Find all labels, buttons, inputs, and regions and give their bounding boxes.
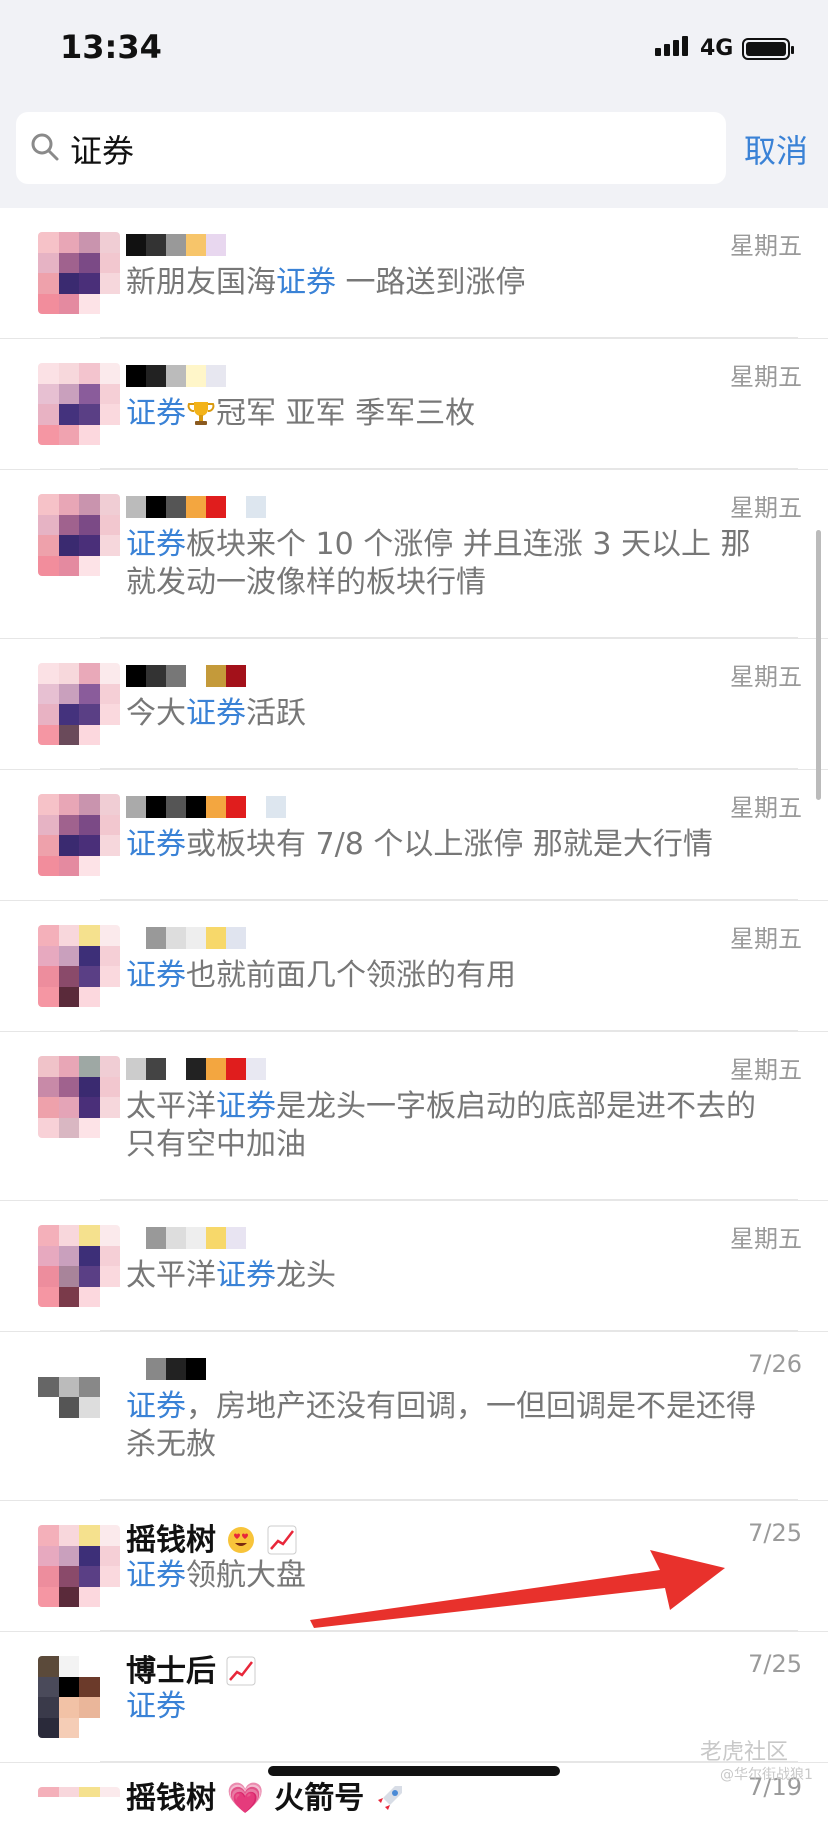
contact-name-redacted	[126, 665, 246, 687]
search-input[interactable]: 证券	[16, 112, 726, 184]
avatar	[38, 1656, 120, 1738]
message-snippet: 证券或板块有 7/8 个以上涨停 那就是大行情	[126, 827, 713, 862]
avatar	[38, 1787, 120, 1827]
contact-name-redacted	[126, 365, 226, 387]
network-label: 4G	[700, 36, 734, 61]
message-date: 7/25	[748, 1519, 802, 1547]
contact-name-redacted	[126, 927, 246, 949]
contact-name-redacted	[126, 496, 266, 518]
message-date: 7/25	[748, 1650, 802, 1678]
contact-name-redacted	[126, 1227, 246, 1249]
red-arrow-icon	[310, 1550, 725, 1628]
list-item[interactable]: 星期五 今大证券活跃	[0, 639, 828, 770]
list-item[interactable]: 星期五 太平洋证券是龙头一字板启动的底部是进不去的 只有空中加油	[0, 1032, 828, 1201]
search-icon	[31, 133, 59, 161]
watermark-user: @华尔街战狼1	[720, 1767, 813, 1783]
avatar	[38, 232, 120, 314]
list-item[interactable]: 星期五 证券 冠军 亚军 季军三枚	[0, 339, 828, 470]
list-item[interactable]: 星期五 证券或板块有 7/8 个以上涨停 那就是大行情	[0, 770, 828, 901]
message-date: 星期五	[730, 494, 802, 522]
contact-name-redacted	[126, 1058, 266, 1080]
message-date: 星期五	[730, 363, 802, 391]
list-item[interactable]: 星期五 太平洋证券龙头	[0, 1201, 828, 1332]
message-snippet: 新朋友国海证券 一路送到涨停	[126, 265, 526, 300]
battery-icon	[742, 38, 794, 60]
avatar	[38, 494, 120, 576]
avatar	[38, 663, 120, 745]
chart-increasing-icon	[267, 1525, 297, 1555]
scrollbar[interactable]	[816, 530, 821, 800]
message-snippet: 证券 冠军 亚军 季军三枚	[126, 396, 476, 431]
status-time: 13:34	[60, 28, 162, 66]
avatar	[38, 1525, 120, 1607]
rocket-icon	[377, 1786, 402, 1810]
trophy-icon	[187, 402, 215, 425]
signal-icon	[655, 36, 688, 56]
list-item[interactable]: 星期五 新朋友国海证券 一路送到涨停	[0, 208, 828, 339]
message-date: 星期五	[730, 663, 802, 691]
avatar	[38, 925, 120, 1007]
watermark-brand: 老虎社区	[700, 1740, 789, 1765]
list-item[interactable]: 星期五 证券也就前面几个领涨的有用	[0, 901, 828, 1032]
message-date: 星期五	[730, 232, 802, 260]
message-snippet: 今大证券活跃	[126, 696, 306, 731]
message-date: 星期五	[730, 1225, 802, 1253]
message-date: 7/26	[748, 1350, 802, 1378]
search-header: 证券 取消	[0, 100, 828, 208]
message-date: 星期五	[730, 794, 802, 822]
avatar	[38, 363, 120, 445]
list-item[interactable]: 星期五 证券板块来个 10 个涨停 并且连涨 3 天以上 那就发动一波像样的板块…	[0, 470, 828, 639]
message-snippet: 太平洋证券龙头	[126, 1258, 336, 1293]
heart-eyes-emoji-icon	[228, 1527, 255, 1553]
contact-name-redacted	[126, 234, 226, 256]
contact-name: 摇钱树 💗 火箭号	[126, 1773, 405, 1817]
list-item[interactable]: 7/26 证券，房地产还没有回调，一但回调是不是还得杀无赦	[0, 1332, 828, 1501]
cancel-button[interactable]: 取消	[744, 126, 808, 172]
home-indicator[interactable]	[268, 1766, 560, 1776]
status-bar: 13:34 4G	[0, 0, 828, 100]
message-snippet: 证券	[126, 1689, 186, 1724]
avatar	[38, 1056, 120, 1138]
contact-name: 博士后	[126, 1646, 256, 1690]
contact-name-redacted	[126, 1358, 206, 1380]
contact-name-redacted	[126, 796, 286, 818]
message-date: 星期五	[730, 925, 802, 953]
message-snippet: 证券也就前面几个领涨的有用	[126, 958, 516, 993]
search-query[interactable]: 证券	[70, 126, 134, 172]
avatar	[38, 1356, 120, 1438]
message-snippet: 证券，房地产还没有回调，一但回调是不是还得杀无赦	[126, 1389, 756, 1462]
message-snippet: 证券板块来个 10 个涨停 并且连涨 3 天以上 那就发动一波像样的板块行情	[126, 527, 751, 600]
avatar	[38, 1225, 120, 1307]
avatar	[38, 794, 120, 876]
contact-name: 摇钱树	[126, 1515, 297, 1559]
chart-increasing-icon	[226, 1656, 256, 1686]
message-snippet: 太平洋证券是龙头一字板启动的底部是进不去的 只有空中加油	[126, 1089, 756, 1162]
message-date: 星期五	[730, 1056, 802, 1084]
